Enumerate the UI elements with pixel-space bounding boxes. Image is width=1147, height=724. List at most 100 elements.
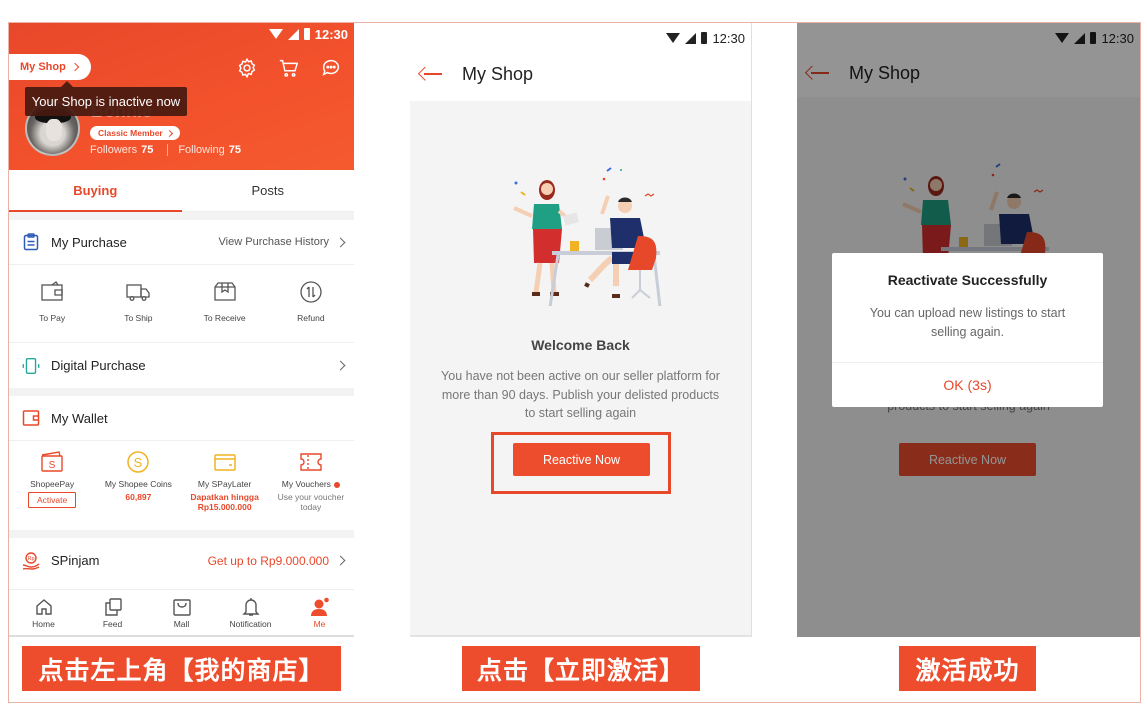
bottom-nav: Home Feed Mall Notification Me	[9, 589, 354, 637]
reactivate-success-dialog: Reactivate Successfully You can upload n…	[832, 253, 1103, 407]
phone-screen-me-page: 12:30 My Shop Your Shop is inactive now …	[9, 23, 354, 637]
chevron-right-icon	[165, 129, 173, 137]
phone-screen-success: 12:30 My Shop products to start selling …	[797, 23, 1140, 637]
status-time: 12:30	[314, 26, 348, 42]
activate-shopeepay-button[interactable]: Activate	[28, 492, 77, 508]
follow-stats: Followers 75 Following 75	[90, 144, 245, 156]
refund-label: Refund	[297, 313, 325, 323]
dialog-body: You can upload new listings to start sel…	[869, 306, 1066, 339]
nav-notification[interactable]: Notification	[216, 590, 285, 635]
refund-item[interactable]: Refund	[268, 271, 354, 336]
gear-icon[interactable]	[236, 57, 258, 79]
bell-icon	[241, 597, 260, 616]
svg-text:S: S	[49, 460, 56, 471]
to-pay-label: To Pay	[39, 313, 66, 323]
to-receive-label: To Receive	[203, 313, 246, 323]
header-actions	[236, 57, 342, 79]
cell-signal-icon	[287, 28, 299, 40]
battery-icon	[303, 28, 310, 40]
spaylater-label: My SPayLater	[197, 479, 252, 489]
shopeepay-icon: S	[41, 451, 63, 472]
voucher-icon	[300, 453, 322, 471]
nav-home[interactable]: Home	[9, 590, 78, 635]
truck-icon	[126, 284, 151, 301]
to-receive-item[interactable]: To Receive	[182, 271, 268, 336]
profile-tabs: Buying Posts	[9, 170, 354, 212]
followers-count: 75	[141, 144, 154, 156]
chevron-right-icon	[70, 62, 80, 72]
vouchers-item[interactable]: My Vouchers Use your voucher today	[268, 443, 354, 524]
followers-label[interactable]: Followers	[90, 144, 137, 156]
shopeepay-item[interactable]: S ShopeePay Activate	[9, 443, 95, 524]
spaylater-sub1: Dapatkan hingga	[190, 492, 259, 502]
to-ship-label: To Ship	[124, 313, 153, 323]
shopee-coins-item[interactable]: S My Shopee Coins 60,897	[95, 443, 181, 524]
shopeepay-label: ShopeePay	[30, 479, 75, 489]
wifi-icon	[268, 29, 283, 39]
clipboard-icon	[21, 232, 41, 252]
nav-me[interactable]: Me	[285, 590, 354, 635]
cart-icon[interactable]	[278, 57, 300, 79]
shopee-coins-label: My Shopee Coins	[104, 479, 172, 489]
welcome-title: Welcome Back	[531, 337, 630, 353]
nav-notification-label: Notification	[229, 618, 272, 629]
my-purchase-row[interactable]: My Purchase View Purchase History	[9, 220, 354, 265]
digital-purchase-label: Digital Purchase	[51, 358, 146, 373]
dialog-ok-button[interactable]: OK (3s)	[832, 362, 1103, 407]
wallet-grid: S ShopeePay Activate S My Shopee Coins 6…	[9, 441, 354, 530]
battery-icon	[701, 32, 708, 44]
back-arrow-icon[interactable]	[422, 66, 444, 82]
tab-posts[interactable]: Posts	[182, 170, 355, 211]
vouchers-label: My Vouchers	[282, 479, 340, 489]
svg-text:Rp: Rp	[27, 556, 34, 562]
mall-bag-icon	[172, 598, 191, 616]
spinjam-label: SPinjam	[51, 553, 100, 568]
status-bar: 12:30	[410, 23, 751, 49]
status-time: 12:30	[712, 30, 745, 46]
step-caption-1: 点击左上角【我的商店】	[22, 646, 341, 691]
wallet-icon	[41, 281, 63, 301]
vouchers-sub2: today	[300, 502, 322, 512]
view-purchase-history-label: View Purchase History	[218, 236, 329, 248]
my-wallet-row[interactable]: My Wallet	[9, 396, 354, 441]
coin-icon: S	[127, 451, 150, 473]
loan-icon: Rp	[21, 551, 41, 571]
tab-buying[interactable]: Buying	[9, 170, 182, 212]
nav-mall[interactable]: Mall	[147, 590, 216, 635]
spaylater-item[interactable]: My SPayLater Dapatkan hingga Rp15.000.00…	[182, 443, 268, 524]
my-wallet-label: My Wallet	[51, 410, 108, 426]
view-purchase-history-link[interactable]: View Purchase History	[218, 236, 346, 248]
cell-signal-icon	[685, 32, 697, 44]
step-caption-3: 激活成功	[899, 646, 1036, 691]
digital-purchase-row[interactable]: Digital Purchase	[9, 343, 354, 388]
vouchers-sub1: Use your voucher	[277, 492, 345, 502]
card-icon	[213, 454, 236, 471]
chevron-right-icon	[335, 360, 346, 371]
box-icon	[213, 282, 236, 301]
following-count: 75	[228, 144, 242, 156]
app-bar: My Shop	[410, 49, 751, 99]
page-title: My Shop	[462, 63, 534, 84]
nav-feed-label: Feed	[102, 618, 123, 629]
nav-feed[interactable]: Feed	[78, 590, 147, 635]
my-shop-button[interactable]: My Shop	[9, 54, 91, 80]
step-caption-2: 点击【立即激活】	[462, 646, 700, 691]
person-icon	[310, 596, 330, 616]
dialog-title: Reactivate Successfully	[887, 272, 1048, 288]
chevron-right-icon	[335, 237, 346, 247]
wifi-icon	[666, 33, 681, 43]
following-label[interactable]: Following	[178, 144, 224, 156]
feed-icon	[104, 597, 122, 616]
shop-inactive-tooltip: Your Shop is inactive now	[25, 81, 187, 116]
svg-text:S: S	[134, 455, 143, 470]
member-badge[interactable]: Classic Member	[90, 126, 180, 140]
to-pay-item[interactable]: To Pay	[9, 271, 95, 336]
phone-screen-reactivate: 12:30 My Shop Welcome Back You have not …	[410, 23, 752, 637]
reactive-now-button[interactable]: Reactive Now	[513, 443, 650, 476]
to-ship-item[interactable]: To Ship	[95, 271, 181, 336]
celebration-illustration	[513, 167, 662, 306]
spinjam-offer-link[interactable]: Get up to Rp9.000.000	[208, 554, 346, 568]
chat-icon[interactable]	[320, 57, 342, 79]
purchase-status-grid: To Pay To Ship To Receive Refund	[9, 265, 354, 343]
spinjam-row[interactable]: Rp SPinjam Get up to Rp9.000.000	[9, 538, 354, 583]
